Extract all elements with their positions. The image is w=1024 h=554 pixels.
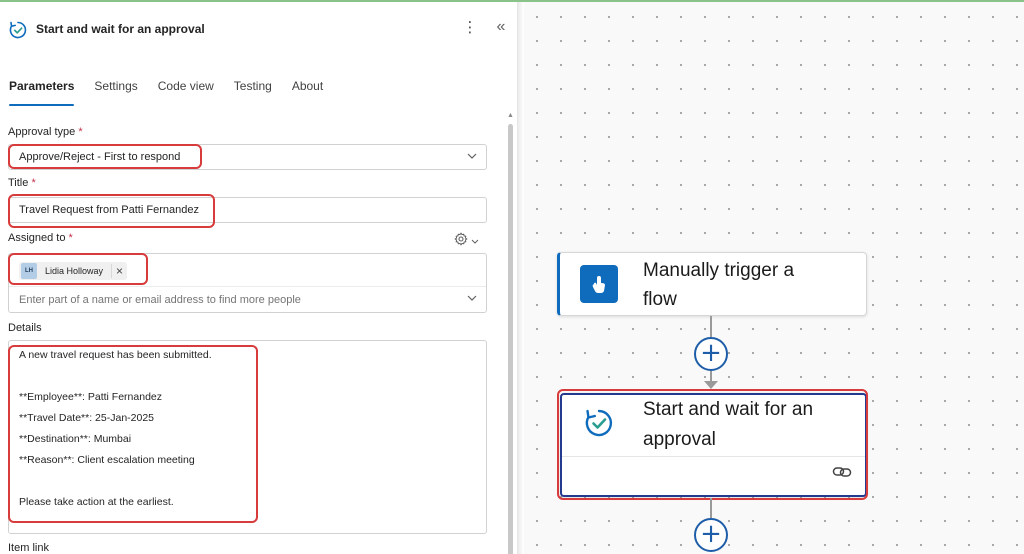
required-mark: * bbox=[68, 232, 73, 244]
action-details-panel: Start and wait for an approval ⋮ « Param… bbox=[0, 2, 518, 554]
panel-scrollbar[interactable]: ▲ bbox=[507, 112, 514, 554]
approval-type-label: Approval type * bbox=[8, 126, 83, 138]
details-label: Details bbox=[8, 322, 42, 334]
required-mark: * bbox=[78, 126, 83, 138]
tab-bar: Parameters Settings Code view Testing Ab… bbox=[9, 78, 323, 106]
more-vertical-icon[interactable]: ⋮ bbox=[462, 18, 478, 38]
chevron-down-icon bbox=[471, 232, 479, 250]
highlight-approval-card bbox=[557, 389, 868, 500]
highlight-approval-type bbox=[8, 144, 202, 169]
tab-settings[interactable]: Settings bbox=[94, 78, 137, 106]
highlight-title bbox=[8, 194, 215, 228]
plus-icon[interactable]: + bbox=[694, 518, 728, 552]
chevron-down-icon[interactable] bbox=[466, 292, 478, 307]
tab-testing[interactable]: Testing bbox=[234, 78, 272, 106]
assigned-to-settings[interactable] bbox=[454, 231, 482, 251]
people-search-input[interactable] bbox=[19, 294, 449, 306]
panel-title: Start and wait for an approval bbox=[36, 22, 205, 36]
trigger-card-title-line1: Manually trigger a bbox=[643, 260, 795, 281]
item-link-label: Item link bbox=[8, 542, 49, 554]
approval-icon bbox=[8, 20, 28, 40]
gear-icon bbox=[454, 231, 468, 251]
tab-about[interactable]: About bbox=[292, 78, 323, 106]
scroll-thumb[interactable] bbox=[508, 124, 513, 554]
title-label: Title * bbox=[8, 177, 36, 189]
touch-icon bbox=[580, 265, 618, 303]
tab-parameters[interactable]: Parameters bbox=[9, 78, 75, 106]
trigger-card-title-line2: flow bbox=[643, 289, 677, 310]
divider bbox=[9, 286, 486, 287]
double-chevron-left-icon[interactable]: « bbox=[492, 18, 510, 38]
required-mark: * bbox=[31, 177, 36, 189]
plus-icon[interactable]: + bbox=[694, 337, 728, 371]
tab-code-view[interactable]: Code view bbox=[158, 78, 214, 106]
connector-line bbox=[710, 498, 712, 518]
highlight-details bbox=[8, 345, 258, 523]
chevron-down-icon bbox=[466, 150, 478, 165]
highlight-assignee bbox=[8, 253, 148, 285]
connector-line bbox=[710, 316, 712, 338]
assigned-to-label: Assigned to * bbox=[8, 232, 73, 244]
connector-arrow bbox=[704, 381, 718, 389]
scroll-up-arrow-icon[interactable]: ▲ bbox=[507, 112, 514, 120]
